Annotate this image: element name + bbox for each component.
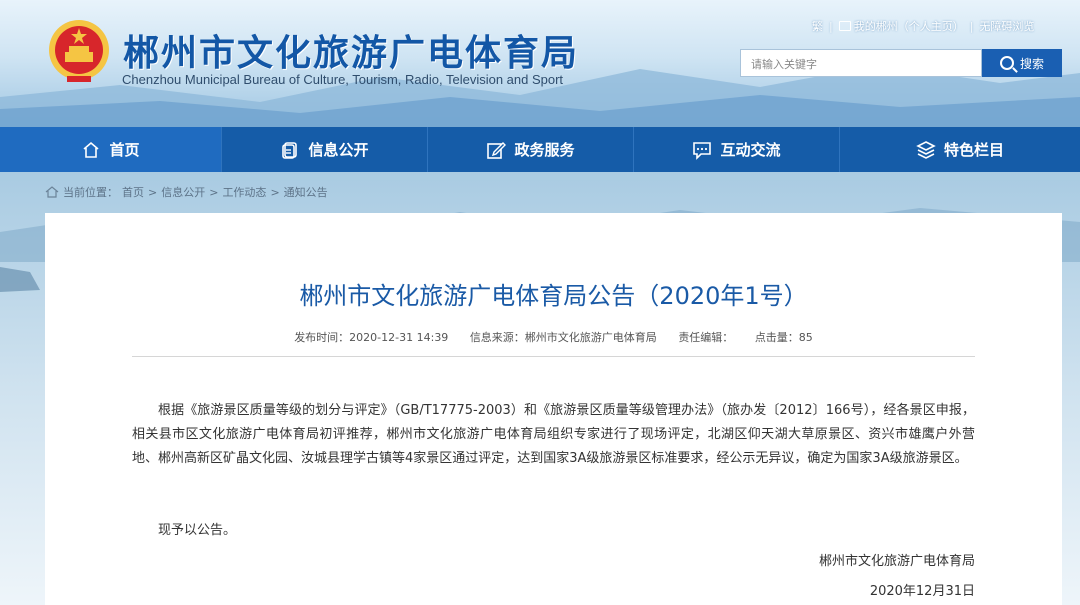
national-emblem-icon [49, 20, 109, 82]
site-title: 郴州市文化旅游广电体育局 [123, 33, 580, 74]
meta-divider [132, 356, 975, 357]
site-header: 郴州市文化旅游广电体育局 Chenzhou Municipal Bureau o… [0, 0, 1080, 127]
article-notice: 现予以公告。 [158, 523, 237, 538]
breadcrumb-item-info[interactable]: 信息公开 [161, 184, 205, 200]
my-site-label: 我的郴州（个人主页） [853, 20, 964, 33]
search-button-label: 搜索 [1019, 56, 1044, 71]
layers-icon [916, 140, 936, 159]
signature-organization: 郴州市文化旅游广电体育局 [818, 554, 975, 569]
home-icon [45, 186, 59, 198]
nav-label: 首页 [109, 141, 140, 159]
breadcrumb: 当前位置： 首页 > 信息公开 > 工作动态 > 通知公告 [45, 184, 328, 200]
chat-icon [693, 141, 712, 160]
nav-label: 信息公开 [308, 141, 369, 159]
traditional-chinese-link[interactable]: 繁 [812, 18, 823, 34]
info-source: 信息来源：郴州市文化旅游广电体育局 [469, 331, 657, 344]
edit-icon [487, 141, 507, 159]
breadcrumb-separator: > [148, 185, 158, 199]
search-button[interactable]: 搜索 [982, 49, 1062, 77]
nav-item-interaction[interactable]: 互动交流 [634, 127, 840, 172]
document-icon [282, 141, 298, 159]
nav-label: 互动交流 [720, 141, 781, 159]
publish-time: 发布时间：2020-12-31 14:39 [294, 331, 449, 344]
top-links: 繁 | 我的郴州（个人主页） | 无障碍浏览 [812, 18, 1072, 34]
search-input[interactable]: 请输入关键字 [740, 49, 982, 77]
accessibility-link[interactable]: 无障碍浏览 [979, 18, 1034, 34]
nav-item-featured[interactable]: 特色栏目 [840, 127, 1080, 172]
nav-label: 政务服务 [514, 141, 575, 159]
view-count: 点击量：85 [754, 331, 813, 344]
responsible-editor: 责任编辑： [678, 331, 734, 344]
nav-label: 特色栏目 [943, 141, 1004, 159]
signature-date: 2020年12月31日 [869, 584, 975, 599]
nav-item-info-disclosure[interactable]: 信息公开 [222, 127, 428, 172]
breadcrumb-prefix: 当前位置： [63, 186, 118, 199]
breadcrumb-item-notices[interactable]: 通知公告 [284, 184, 328, 200]
divider: | [829, 19, 833, 33]
breadcrumb-item-home[interactable]: 首页 [122, 184, 144, 200]
my-site-link[interactable]: 我的郴州（个人主页） [838, 18, 964, 34]
article-title: 郴州市文化旅游广电体育局公告（2020年1号） [299, 282, 808, 310]
monitor-icon [838, 21, 851, 31]
main-nav: 首页 信息公开 政务服务 互动交流 特色栏目 [0, 127, 1080, 172]
home-icon [83, 141, 100, 158]
article-panel: 郴州市文化旅游广电体育局公告（2020年1号） 发布时间：2020-12-31 … [45, 213, 1062, 605]
search-icon [999, 56, 1014, 70]
article-meta: 发布时间：2020-12-31 14:39 信息来源：郴州市文化旅游广电体育局 … [45, 329, 1062, 345]
nav-item-government-services[interactable]: 政务服务 [428, 127, 634, 172]
breadcrumb-item-work-news[interactable]: 工作动态 [222, 184, 266, 200]
breadcrumb-separator: > [209, 185, 219, 199]
divider: | [969, 19, 974, 33]
nav-item-home[interactable]: 首页 [0, 127, 222, 172]
breadcrumb-separator: > [270, 185, 280, 199]
site-subtitle: Chenzhou Municipal Bureau of Culture, To… [122, 72, 564, 87]
article-body: 根据《旅游景区质量等级的划分与评定》（GB/T17775-2003）和《旅游景区… [132, 403, 975, 466]
